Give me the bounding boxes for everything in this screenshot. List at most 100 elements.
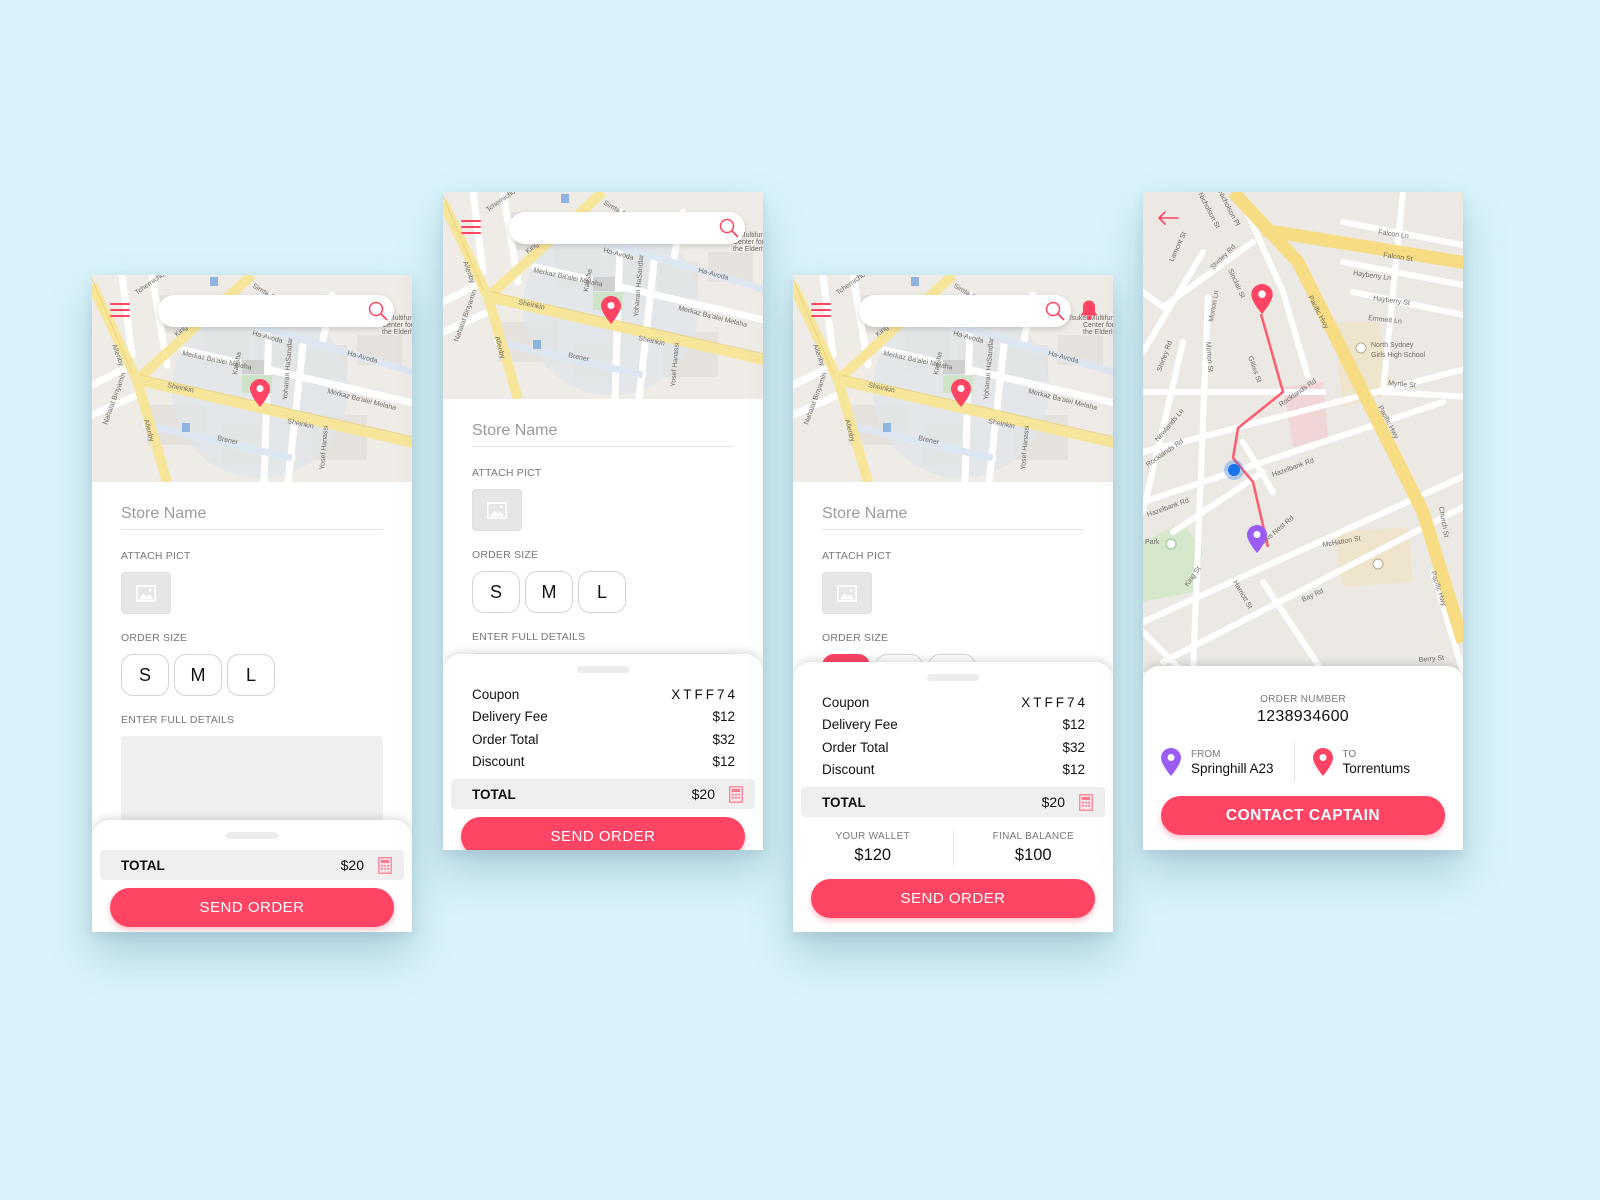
line-item-coupon: Coupon XTFF74 [822, 691, 1085, 714]
notification-bell-icon[interactable] [1079, 299, 1099, 321]
total-value: $20 [691, 786, 715, 802]
order-size-label: ORDER SIZE [822, 632, 889, 644]
size-s-button[interactable]: S [121, 654, 169, 696]
line-item-label: Coupon [472, 686, 520, 702]
sheet-drag-handle[interactable] [577, 666, 629, 673]
total-value: $20 [340, 857, 364, 873]
search-icon[interactable] [368, 301, 388, 321]
to-label: TO [1342, 748, 1357, 760]
total-label: TOTAL [121, 857, 165, 873]
send-order-button[interactable]: SEND ORDER [461, 817, 745, 850]
route-summary: FROM Springhill A23 TO Torrentums [1143, 742, 1463, 782]
size-s-button[interactable]: S [472, 571, 520, 613]
order-bottom-sheet: TOTAL $20 SEND ORDER [92, 820, 412, 932]
to-value: Torrentums [1342, 760, 1411, 776]
line-item-label: Discount [472, 754, 525, 770]
order-bottom-sheet: Coupon XTFF74 Delivery Fee $12 Order Tot… [443, 654, 763, 850]
size-l-button[interactable]: L [227, 654, 275, 696]
line-item-delivery-fee: Delivery Fee $12 [822, 714, 1085, 737]
map-view[interactable] [1143, 192, 1463, 672]
attach-picture-button[interactable] [822, 572, 872, 614]
wallet-summary: YOUR WALLET $120 FINAL BALANCE $100 [793, 831, 1113, 865]
from-value: Springhill A23 [1191, 760, 1274, 776]
line-item-order-total: Order Total $32 [472, 728, 735, 751]
send-order-button[interactable]: SEND ORDER [110, 888, 394, 927]
order-size-label: ORDER SIZE [121, 632, 188, 644]
order-size-selector: S M L [472, 571, 734, 613]
order-size-label: ORDER SIZE [472, 549, 539, 561]
route-from: FROM Springhill A23 [1161, 742, 1294, 782]
origin-pin-icon[interactable] [1247, 525, 1267, 553]
store-name-input[interactable] [121, 498, 383, 530]
line-item-discount: Discount $12 [472, 751, 735, 774]
send-order-button[interactable]: SEND ORDER [811, 879, 1095, 918]
store-location-pin-icon[interactable] [601, 296, 621, 324]
calculator-icon[interactable] [729, 786, 743, 803]
line-item-value: $12 [1062, 762, 1085, 778]
order-line-items: Coupon XTFF74 Delivery Fee $12 Order Tot… [443, 673, 763, 777]
search-input[interactable] [859, 295, 1071, 327]
image-icon [837, 585, 857, 602]
calculator-icon[interactable] [1079, 794, 1093, 811]
store-location-pin-icon[interactable] [250, 379, 270, 407]
wallet-balance: YOUR WALLET $120 [793, 831, 953, 865]
attach-picture-button[interactable] [472, 489, 522, 531]
search-icon[interactable] [719, 218, 739, 238]
image-icon [487, 502, 507, 519]
attach-picture-button[interactable] [121, 572, 171, 614]
hamburger-menu-icon[interactable] [811, 303, 831, 319]
screen-order-wallet: ATTACH PICT ORDER SIZE S M L Coupon XTFF… [793, 275, 1113, 932]
line-item-label: Coupon [822, 694, 870, 710]
store-location-pin-icon[interactable] [951, 379, 971, 407]
hamburger-menu-icon[interactable] [461, 220, 481, 236]
coupon-code: XTFF74 [671, 686, 738, 702]
line-item-value: $32 [1062, 739, 1085, 755]
coupon-code: XTFF74 [1021, 694, 1088, 710]
store-name-input[interactable] [472, 415, 734, 447]
to-pin-icon [1313, 748, 1333, 776]
order-number-value: 1238934600 [1257, 708, 1349, 725]
final-balance-label: FINAL BALANCE [992, 831, 1074, 842]
sheet-drag-handle[interactable] [226, 832, 278, 839]
search-icon[interactable] [1045, 301, 1065, 321]
total-value: $20 [1041, 794, 1065, 810]
total-row: TOTAL $20 [100, 850, 404, 880]
size-m-button[interactable]: M [174, 654, 222, 696]
calculator-icon[interactable] [378, 857, 392, 874]
final-balance: FINAL BALANCE $100 [954, 831, 1114, 865]
details-label: ENTER FULL DETAILS [121, 714, 235, 726]
final-balance-value: $100 [1014, 846, 1052, 864]
line-item-coupon: Coupon XTFF74 [472, 683, 735, 706]
from-pin-icon [1161, 748, 1181, 776]
order-line-items: Coupon XTFF74 Delivery Fee $12 Order Tot… [793, 681, 1113, 785]
line-item-label: Discount [822, 762, 875, 778]
map-tiles[interactable] [1143, 192, 1463, 672]
contact-captain-button[interactable]: CONTACT CAPTAIN [1161, 796, 1445, 835]
order-form: ATTACH PICT ORDER SIZE S M L ENTER FULL … [92, 482, 412, 836]
route-to: TO Torrentums [1295, 742, 1446, 782]
line-item-value: $12 [712, 709, 735, 725]
attach-picture-label: ATTACH PICT [822, 550, 892, 562]
line-item-delivery-fee: Delivery Fee $12 [472, 706, 735, 729]
line-item-label: Order Total [472, 731, 539, 747]
screen-order-tracking: ORDER NUMBER 1238934600 FROM Springhill … [1143, 192, 1463, 850]
line-item-value: $32 [712, 731, 735, 747]
wallet-label: YOUR WALLET [835, 831, 911, 842]
back-arrow-icon[interactable] [1157, 210, 1179, 226]
search-input[interactable] [509, 212, 745, 244]
size-m-button[interactable]: M [525, 571, 573, 613]
line-item-label: Delivery Fee [822, 717, 898, 733]
line-item-order-total: Order Total $32 [822, 736, 1085, 759]
size-l-button[interactable]: L [578, 571, 626, 613]
wallet-value: $120 [854, 846, 892, 864]
screen-order-form: ATTACH PICT ORDER SIZE S M L ENTER FULL … [92, 275, 412, 932]
total-label: TOTAL [822, 794, 866, 810]
hamburger-menu-icon[interactable] [110, 303, 130, 319]
line-item-label: Delivery Fee [472, 709, 548, 725]
destination-pin-icon[interactable] [1251, 284, 1273, 314]
sheet-drag-handle[interactable] [927, 674, 979, 681]
search-input[interactable] [158, 295, 394, 327]
line-item-label: Order Total [822, 739, 889, 755]
total-label: TOTAL [472, 786, 516, 802]
store-name-input[interactable] [822, 498, 1084, 530]
